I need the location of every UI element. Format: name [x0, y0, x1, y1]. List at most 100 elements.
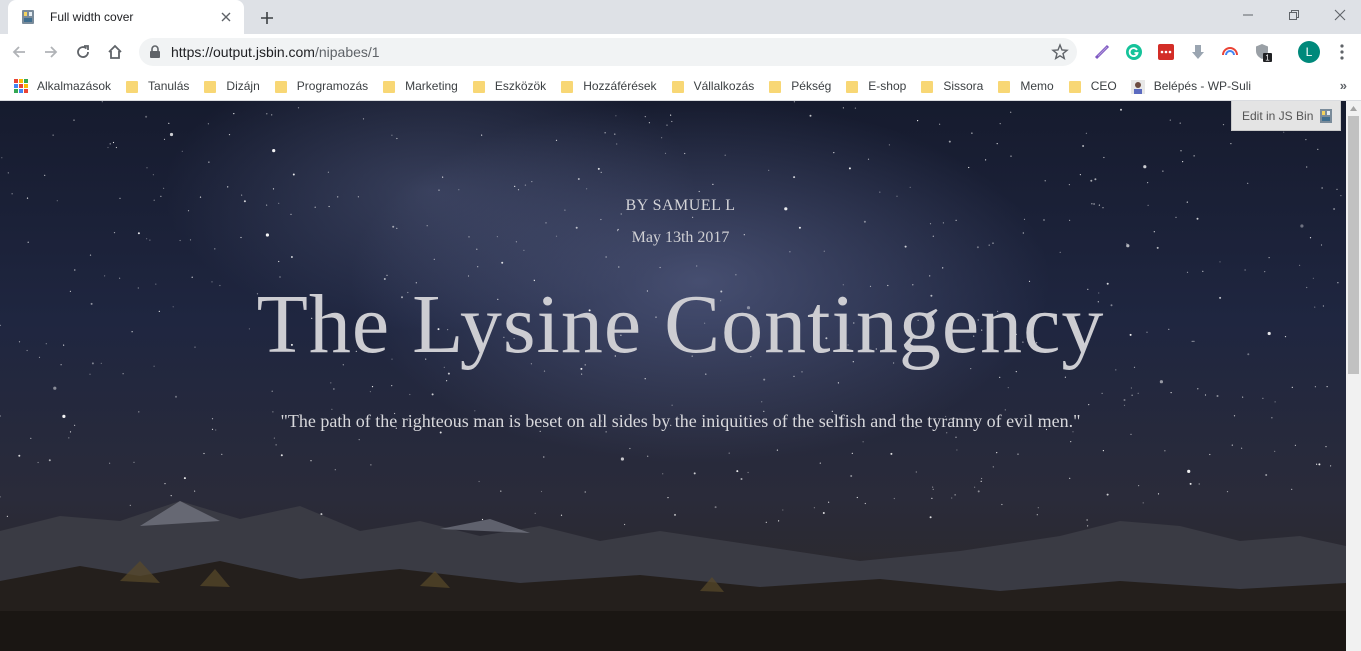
star [208, 161, 210, 163]
folder-icon [125, 80, 139, 93]
profile-avatar[interactable]: L [1298, 41, 1320, 63]
edit-in-jsbin-button[interactable]: Edit in JS Bin [1231, 101, 1341, 131]
back-arrow-icon[interactable] [5, 38, 33, 66]
star [73, 119, 75, 121]
star [932, 488, 934, 490]
star [1231, 444, 1233, 446]
star [1156, 246, 1159, 249]
star [146, 167, 148, 169]
star [1123, 404, 1126, 406]
address-bar[interactable]: https://output.jsbin.com/nipabes/1 [139, 38, 1077, 66]
bookmark-folder[interactable]: Sissora [916, 74, 991, 98]
rainbow-extension-icon[interactable] [1220, 42, 1240, 62]
star [837, 382, 840, 384]
bookmark-site[interactable]: Belépés - WP-Suli [1127, 74, 1259, 98]
star [1318, 463, 1321, 466]
star [705, 373, 707, 375]
star [152, 174, 154, 176]
tab-title: Full width cover [50, 10, 134, 24]
star [1175, 216, 1177, 218]
folder-icon [203, 80, 217, 93]
star [183, 477, 186, 480]
bookmark-folder[interactable]: Marketing [378, 74, 466, 98]
bookmark-label: Sissora [943, 78, 984, 93]
bookmark-folder[interactable]: Tanulás [121, 74, 197, 98]
star [696, 265, 698, 267]
star [1291, 386, 1293, 388]
star [409, 393, 411, 396]
bookmark-apps[interactable]: Alkalmazások [10, 74, 119, 98]
bookmark-label: Belépés - WP-Suli [1153, 78, 1252, 93]
star [278, 260, 280, 263]
star [671, 404, 673, 406]
bookmark-folder[interactable]: Programozás [270, 74, 376, 98]
bookmark-folder[interactable]: Memo [993, 74, 1061, 98]
star [693, 472, 696, 475]
bookmark-folder[interactable]: Pékség [764, 74, 839, 98]
shield-extension-icon[interactable]: 1 [1252, 42, 1272, 62]
bookmark-folder[interactable]: Vállalkozás [667, 74, 763, 98]
close-icon[interactable] [1317, 0, 1361, 30]
star [999, 376, 1001, 378]
star [605, 256, 607, 258]
star [614, 133, 616, 135]
bookmark-folder[interactable]: Dizájn [199, 74, 267, 98]
page-scrollbar[interactable] [1346, 101, 1361, 651]
star [793, 176, 796, 179]
star [266, 113, 268, 115]
bookmark-label: Dizájn [226, 78, 260, 93]
star [1244, 269, 1246, 271]
star [929, 223, 932, 225]
star [1043, 219, 1045, 221]
star [1326, 386, 1328, 388]
star [1120, 108, 1122, 111]
restore-icon[interactable] [1271, 0, 1317, 30]
star [854, 107, 857, 109]
bookmarks-overflow-icon[interactable]: » [1340, 78, 1347, 93]
minimize-icon[interactable] [1225, 0, 1271, 30]
star [163, 187, 165, 189]
feather-extension-icon[interactable] [1092, 42, 1112, 62]
star [955, 436, 957, 438]
plus-icon[interactable] [254, 5, 280, 31]
star [819, 462, 821, 464]
star [879, 191, 881, 193]
star [823, 250, 825, 252]
reload-icon[interactable] [69, 38, 97, 66]
scroll-up-icon[interactable] [1346, 101, 1361, 116]
grammarly-icon[interactable] [1124, 42, 1144, 62]
star [523, 249, 525, 251]
bookmark-star-icon[interactable] [1051, 43, 1069, 61]
star [514, 185, 516, 187]
lastpass-icon[interactable] [1156, 42, 1176, 62]
star [862, 441, 864, 443]
bookmark-folder[interactable]: CEO [1064, 74, 1125, 98]
edit-in-jsbin-label: Edit in JS Bin [1242, 108, 1314, 123]
star [89, 254, 92, 256]
tab-close-icon[interactable] [218, 9, 234, 25]
star [793, 375, 795, 377]
bookmark-folder[interactable]: Eszközök [468, 74, 554, 98]
folder-icon [382, 80, 396, 93]
bookmark-folder[interactable]: Hozzáférések [556, 74, 664, 98]
tab-active[interactable]: Full width cover [8, 0, 244, 34]
home-icon[interactable] [101, 38, 129, 66]
star [1241, 447, 1243, 449]
star [629, 447, 631, 450]
svg-text:1: 1 [1265, 54, 1270, 63]
scrollbar-thumb[interactable] [1348, 116, 1359, 374]
bookmark-folder[interactable]: E-shop [841, 74, 914, 98]
download-extension-icon[interactable] [1188, 42, 1208, 62]
menu-dots-icon[interactable] [1332, 41, 1352, 63]
star [362, 118, 365, 120]
star [890, 452, 893, 455]
star [273, 437, 275, 439]
bookmark-label: Pékség [791, 78, 832, 93]
star [327, 171, 329, 173]
star [1274, 450, 1276, 452]
bookmark-label: Programozás [296, 78, 369, 93]
star [1262, 397, 1264, 399]
forward-arrow-icon[interactable] [37, 38, 65, 66]
star [271, 390, 273, 392]
star [1082, 145, 1085, 147]
